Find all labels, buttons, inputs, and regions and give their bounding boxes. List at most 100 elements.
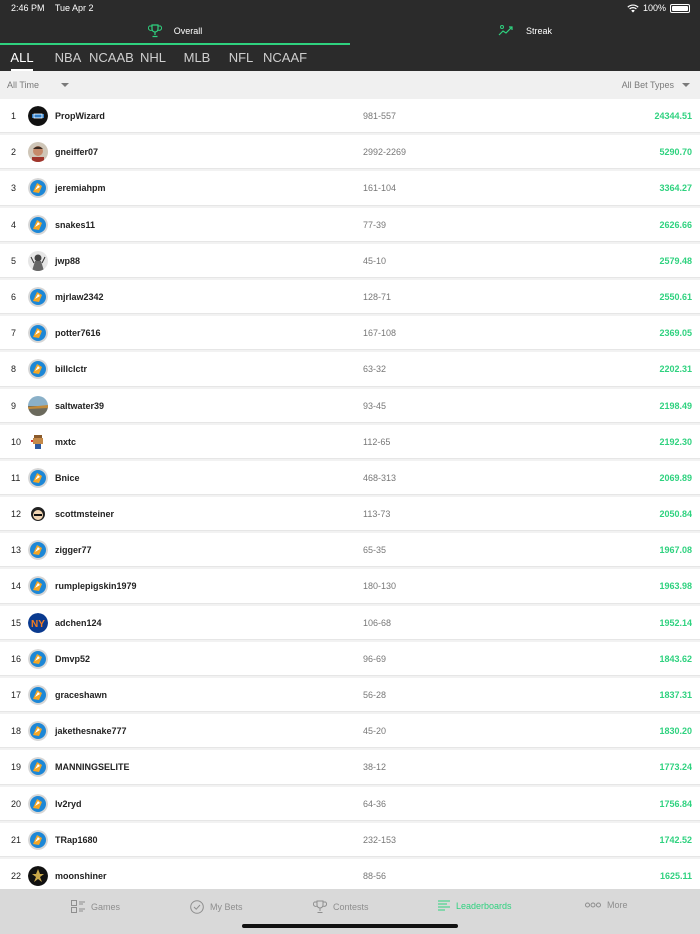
tab-games[interactable]: Games	[71, 900, 120, 913]
username: moonshiner	[55, 870, 107, 881]
leaderboard-row[interactable]: 22 moonshiner 88-56 1625.11	[0, 858, 700, 889]
segment-overall-label: Overall	[173, 25, 203, 36]
score-value: 1742.52	[659, 834, 692, 845]
leaderboard-row[interactable]: 3 jeremiahpm 161-104 3364.27	[0, 171, 700, 206]
tab-more[interactable]: More	[585, 900, 628, 910]
segment-overall[interactable]: Overall	[0, 16, 350, 45]
bet-type-filter-dropdown[interactable]: All Bet Types	[622, 80, 690, 90]
leaderboard-row[interactable]: 11 Bnice 468-313 2069.89	[0, 460, 700, 496]
bottom-tab-bar: Games My Bets Contests Leaderboards More	[0, 889, 700, 934]
trophy-icon	[313, 900, 327, 913]
leaderboard-row[interactable]: 14 rumplepigskin1979 180-130 1963.98	[0, 569, 700, 604]
leaderboard-row[interactable]: 1 PropWizard 981-557 24344.51	[0, 99, 700, 134]
rank-number: 8	[11, 364, 17, 375]
username: zigger77	[55, 545, 92, 556]
tab-my-bets-label: My Bets	[210, 902, 243, 912]
time-filter-label: All Time	[7, 80, 40, 90]
leaderboard-row[interactable]: 15 NY adchen124 106-68 1952.14	[0, 605, 700, 640]
leaderboard-row[interactable]: 13 zigger77 65-35 1967.08	[0, 533, 700, 568]
leaderboard-row[interactable]: 4 snakes11 77-39 2626.66	[0, 207, 700, 242]
tab-leaderboards-label: Leaderboards	[456, 900, 512, 911]
leaderboard-row[interactable]: 21 TRap1680 232-153 1742.52	[0, 822, 700, 857]
score-value: 2369.05	[659, 328, 692, 339]
league-tab-nba[interactable]: NBA	[53, 45, 83, 71]
rank-number: 13	[11, 545, 22, 556]
leaderboard-row[interactable]: 8 billclctr 63-32 2202.31	[0, 352, 700, 387]
username: snakes11	[55, 219, 96, 230]
leaderboard-row[interactable]: 6 mjrlaw2342 128-71 2550.61	[0, 279, 700, 315]
leaderboard-row[interactable]: 7 potter7616 167-108 2369.05	[0, 316, 700, 351]
score-value: 1963.98	[659, 581, 692, 592]
rank-number: 20	[11, 798, 22, 809]
avatar	[28, 214, 48, 235]
leaderboard-row[interactable]: 5 jwp88 45-10 2579.48	[0, 243, 700, 278]
win-loss-record: 45-20	[363, 726, 387, 737]
win-loss-record: 161-104	[363, 183, 397, 194]
tab-leaderboards[interactable]: Leaderboards	[438, 900, 512, 911]
league-tab-mlb[interactable]: MLB	[183, 45, 211, 71]
status-date: Tue Apr 2	[54, 3, 94, 13]
score-value: 2202.31	[659, 364, 692, 375]
rank-number: 12	[11, 509, 22, 520]
win-loss-record: 56-28	[363, 690, 387, 700]
rank-number: 17	[11, 690, 22, 700]
leaderboard-row[interactable]: 2 gneiffer07 2992-2269 5290.70	[0, 135, 700, 170]
leaderboard-list[interactable]: 1 PropWizard 981-557 24344.51 2 gneiffer07 299…	[0, 99, 700, 889]
trophy-icon	[147, 23, 162, 37]
avatar	[28, 395, 48, 416]
rank-number: 18	[11, 726, 22, 737]
score-value: 1830.20	[659, 726, 692, 737]
username: saltwater39	[55, 400, 105, 411]
win-loss-record: 106-68	[363, 617, 392, 628]
leaderboard-row[interactable]: 20 lv2ryd 64-36 1756.84	[0, 786, 700, 821]
score-value: 2626.66	[659, 219, 692, 230]
filter-bar: All Time All Bet Types	[0, 71, 700, 99]
win-loss-record: 77-39	[363, 219, 387, 230]
tab-my-bets[interactable]: My Bets	[190, 900, 243, 914]
win-loss-record: 167-108	[363, 328, 397, 339]
league-tab-all[interactable]: ALL	[7, 45, 37, 71]
tab-contests[interactable]: Contests	[313, 900, 369, 914]
win-loss-record: 93-45	[363, 400, 387, 411]
rank-number: 5	[11, 255, 17, 266]
avatar	[28, 286, 48, 307]
win-loss-record: 232-153	[363, 834, 397, 845]
league-tab-ncaaf[interactable]: NCAAF	[263, 45, 307, 71]
username: Bnice	[55, 472, 80, 483]
leaderboard-row[interactable]: 16 Dmvp52 96-69 1843.62	[0, 641, 700, 676]
rank-number: 14	[11, 581, 22, 592]
rank-number: 15	[11, 617, 22, 628]
score-value: 2069.89	[659, 472, 692, 483]
leaderboard-row[interactable]: 9 saltwater39 93-45 2198.49	[0, 388, 700, 423]
league-tab-nfl[interactable]: NFL	[227, 45, 255, 71]
win-loss-record: 63-32	[363, 364, 387, 375]
league-tabs: ALL NBA NCAAB NHL MLB NFL NCAAF	[0, 45, 700, 71]
username: TRap1680	[55, 834, 98, 845]
rank-number: 7	[11, 328, 17, 339]
leaderboard-row[interactable]: 18 jakethesnake777 45-20 1830.20	[0, 714, 700, 749]
rank-number: 10	[11, 436, 22, 447]
avatar: NY	[28, 612, 48, 633]
username: PropWizard	[55, 111, 105, 121]
time-filter-dropdown[interactable]: All Time	[7, 80, 70, 90]
battery-icon	[670, 3, 690, 13]
leaderboard-row[interactable]: 12 scottmsteiner 113-73 2050.84	[0, 497, 700, 532]
win-loss-record: 96-69	[363, 653, 387, 664]
rank-number: 4	[11, 219, 17, 230]
win-loss-record: 45-10	[363, 255, 387, 266]
score-value: 2550.61	[659, 291, 692, 302]
league-tab-nhl[interactable]: NHL	[139, 45, 167, 71]
league-tab-ncaab[interactable]: NCAAB	[89, 45, 134, 71]
avatar	[28, 685, 48, 705]
leaderboard-row[interactable]: 19 MANNINGSELITE 38-12 1773.24	[0, 750, 700, 785]
avatar	[28, 757, 48, 778]
rank-number: 21	[11, 834, 22, 845]
battery-percent: 100%	[642, 3, 666, 13]
rank-number: 16	[11, 653, 22, 664]
rank-number: 9	[11, 400, 17, 411]
leaderboard-row[interactable]: 17 graceshawn 56-28 1837.31	[0, 678, 700, 713]
score-value: 24344.51	[654, 111, 692, 121]
top-bar: 2:46 PM Tue Apr 2 100% Overall Streak AL…	[0, 0, 700, 71]
leaderboard-row[interactable]: 10 mxtc 112-65 2192.30	[0, 424, 700, 459]
segment-streak[interactable]: Streak	[350, 16, 700, 45]
